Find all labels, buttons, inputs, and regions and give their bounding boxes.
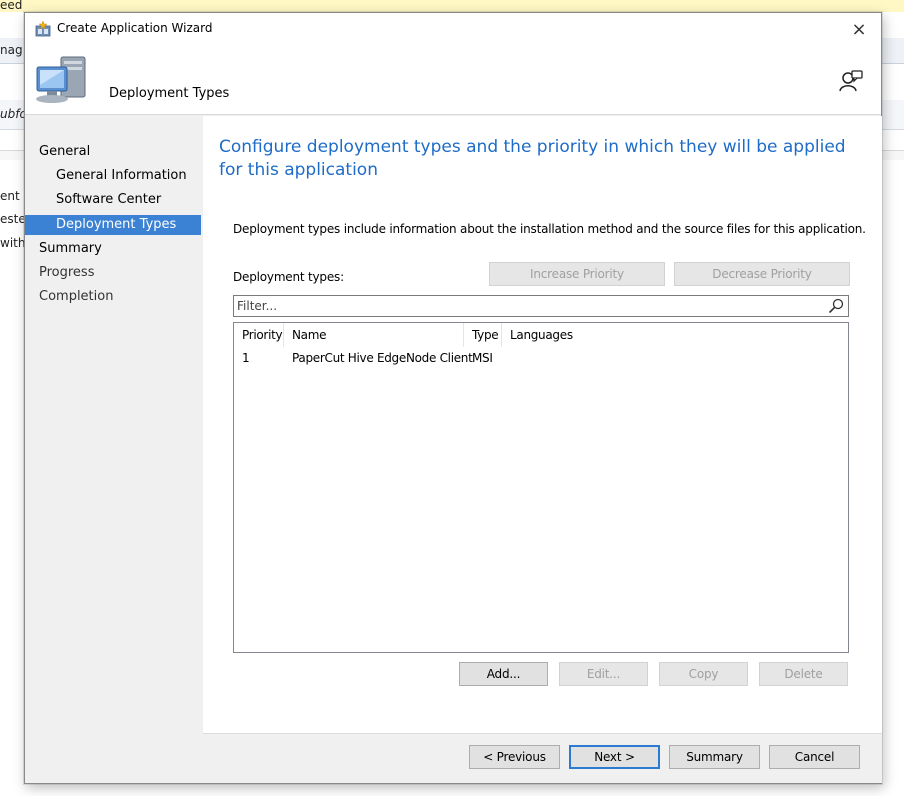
nav-item-software-center[interactable]: Software Center <box>25 189 201 211</box>
nav-item-completion: Completion <box>25 286 201 308</box>
nav-item-label: Software Center <box>56 192 162 207</box>
nav-item-label: Completion <box>39 289 114 304</box>
background-text-fragment: nag <box>0 43 23 57</box>
wizard-header: Deployment Types <box>25 45 881 115</box>
increase-priority-button[interactable]: Increase Priority <box>489 262 665 286</box>
column-header-priority[interactable]: Priority <box>234 323 284 347</box>
add-button[interactable]: Add... <box>459 662 548 686</box>
close-icon: × <box>851 18 867 40</box>
button-label: Decrease Priority <box>712 267 812 281</box>
delete-button[interactable]: Delete <box>759 662 848 686</box>
nav-item-progress: Progress <box>25 262 201 284</box>
page-heading: Configure deployment types and the prior… <box>219 137 846 180</box>
computer-icon <box>36 56 86 103</box>
search-icon[interactable] <box>828 298 844 314</box>
nav-item-summary[interactable]: Summary <box>25 238 201 260</box>
create-application-wizard-dialog: Create Application Wizard × Deployment T… <box>24 12 882 784</box>
button-label: Increase Priority <box>530 267 624 281</box>
button-label: Next > <box>594 750 635 764</box>
nav-item-label: General <box>39 144 91 159</box>
cell-type: MSI <box>472 351 493 365</box>
nav-item-deployment-types[interactable]: Deployment Types <box>25 215 201 235</box>
cancel-button[interactable]: Cancel <box>769 745 860 769</box>
table-row[interactable]: 1 PaperCut Hive EdgeNode Client MSI <box>234 348 848 368</box>
title-bar[interactable]: Create Application Wizard × <box>25 13 881 45</box>
background-text-fragment: with <box>0 236 26 250</box>
background-text-fragment: ent <box>0 189 20 203</box>
button-label: Summary <box>686 750 743 764</box>
cell-name: PaperCut Hive EdgeNode Client <box>292 351 473 365</box>
column-header-type[interactable]: Type <box>464 323 502 347</box>
wizard-app-icon <box>35 21 51 37</box>
nav-item-general-information[interactable]: General Information <box>25 165 201 187</box>
edit-button[interactable]: Edit... <box>559 662 648 686</box>
deployment-types-list[interactable]: Priority Name Type Languages 1 PaperCut … <box>233 322 849 653</box>
nav-item-general[interactable]: General <box>25 141 201 163</box>
wizard-footer: < Previous Next > Summary Cancel <box>203 734 882 783</box>
close-button[interactable]: × <box>837 13 881 45</box>
decrease-priority-button[interactable]: Decrease Priority <box>674 262 850 286</box>
background-text-fragment: ubfo <box>0 107 27 121</box>
header-page-title: Deployment Types <box>109 86 230 101</box>
column-header-name[interactable]: Name <box>284 323 464 347</box>
background-notification-bar <box>0 0 904 12</box>
column-header-languages[interactable]: Languages <box>502 323 848 347</box>
cell-priority: 1 <box>242 351 250 365</box>
button-label: Edit... <box>586 667 621 681</box>
copy-button[interactable]: Copy <box>659 662 748 686</box>
nav-item-label: Summary <box>39 241 102 256</box>
button-label: Delete <box>784 667 823 681</box>
nav-item-label: General Information <box>56 168 187 183</box>
summary-button[interactable]: Summary <box>669 745 760 769</box>
button-label: < Previous <box>483 750 546 764</box>
deployment-types-label: Deployment types: <box>233 270 344 284</box>
wizard-content-panel: Configure deployment types and the prior… <box>203 116 882 783</box>
filter-input[interactable] <box>234 296 824 316</box>
wizard-navigation: General General Information Software Cen… <box>25 116 203 783</box>
help-person-icon[interactable] <box>839 69 863 93</box>
button-label: Cancel <box>794 750 835 764</box>
nav-item-label: Deployment Types <box>56 217 177 232</box>
button-label: Copy <box>688 667 719 681</box>
nav-item-label: Progress <box>39 265 95 280</box>
page-description: Deployment types include information abo… <box>233 222 866 236</box>
filter-box[interactable] <box>233 295 849 317</box>
background-text-fragment: eed <box>0 0 23 12</box>
button-label: Add... <box>486 667 521 681</box>
cell-languages <box>502 348 702 368</box>
next-button[interactable]: Next > <box>569 745 660 769</box>
previous-button[interactable]: < Previous <box>469 745 560 769</box>
background-text-fragment: este <box>0 212 26 226</box>
list-header: Priority Name Type Languages <box>234 323 848 347</box>
dialog-title: Create Application Wizard <box>57 21 213 35</box>
